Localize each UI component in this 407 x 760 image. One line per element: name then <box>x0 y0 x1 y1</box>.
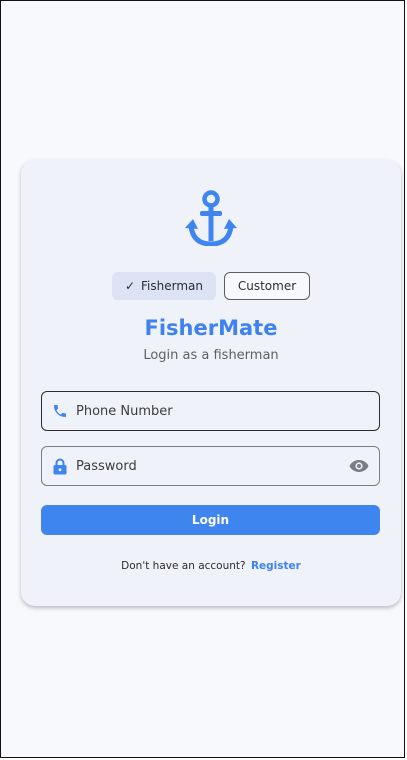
phone-icon <box>52 402 68 420</box>
phone-field[interactable] <box>41 391 380 431</box>
anchor-icon <box>185 190 237 246</box>
customer-role-button[interactable]: Customer <box>224 272 310 300</box>
role-toggle: ✓ Fisherman Customer <box>112 272 310 300</box>
login-subtitle: Login as a fisherman <box>143 348 279 363</box>
password-field[interactable] <box>41 446 380 486</box>
fisherman-role-label: Fisherman <box>141 279 204 293</box>
register-link[interactable]: Register <box>251 560 301 572</box>
app-title: FisherMate <box>144 316 278 340</box>
login-button[interactable]: Login <box>41 505 380 535</box>
password-input[interactable] <box>76 458 349 474</box>
fisherman-role-button[interactable]: ✓ Fisherman <box>112 272 216 300</box>
eye-icon[interactable] <box>349 459 369 473</box>
customer-role-label: Customer <box>237 279 297 293</box>
app-screen: ✓ Fisherman Customer FisherMate Login as… <box>0 0 405 758</box>
register-row: Don't have an account? Register <box>21 560 401 572</box>
login-card: ✓ Fisherman Customer FisherMate Login as… <box>21 160 401 606</box>
phone-input[interactable] <box>76 403 379 419</box>
register-prompt: Don't have an account? <box>121 560 246 572</box>
lock-icon <box>52 457 68 475</box>
check-icon: ✓ <box>124 279 136 293</box>
